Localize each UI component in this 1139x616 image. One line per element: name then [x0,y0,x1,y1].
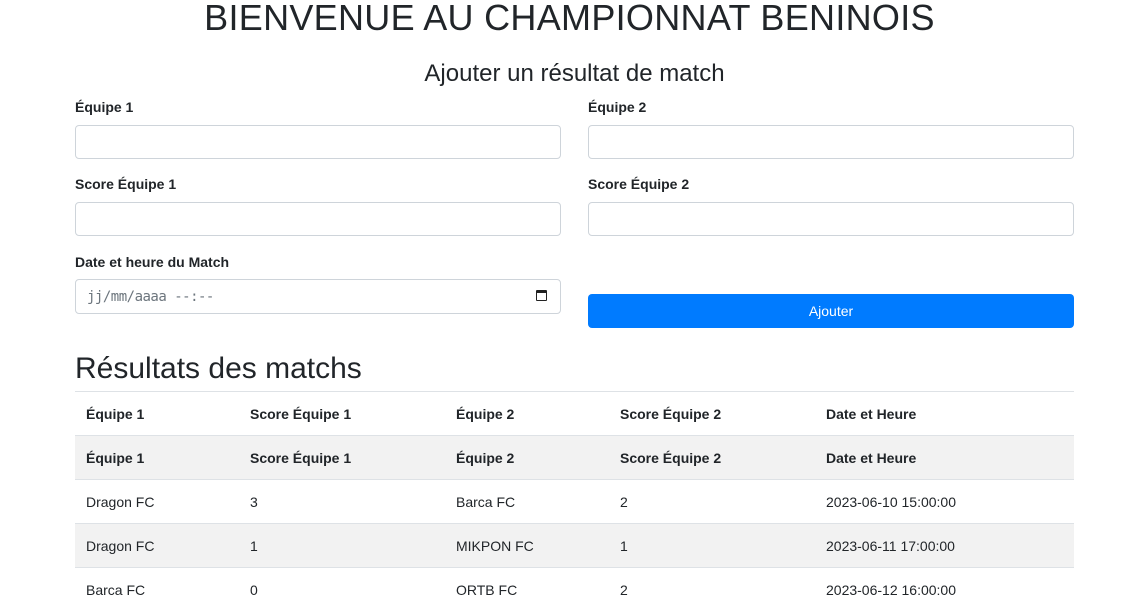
table-cell: Score Équipe 2 [609,435,815,480]
column-header: Score Équipe 2 [609,391,815,436]
add-button[interactable]: Ajouter [588,294,1074,328]
score2-label: Score Équipe 2 [588,176,690,192]
team2-input[interactable] [588,125,1074,159]
table-cell: 2 [609,567,815,612]
column-header: Date et Heure [815,391,1074,436]
table-cell: 1 [609,523,815,568]
table-row: Équipe 1 Score Équipe 1 Équipe 2 Score É… [75,435,1074,480]
table-cell: Dragon FC [75,523,239,568]
column-header: Équipe 1 [75,391,239,436]
table-cell: Barca FC [445,479,609,524]
team1-label: Équipe 1 [75,99,134,115]
calendar-icon[interactable] [536,290,547,301]
table-row: Dragon FC 3 Barca FC 2 2023-06-10 15:00:… [75,479,1074,524]
table-cell: 2023-06-11 17:00:00 [815,523,1074,568]
page-title: BIENVENUE AU CHAMPIONNAT BENINOIS [204,0,935,38]
table-cell: 1 [239,523,445,568]
column-header: Score Équipe 1 [239,391,445,436]
table-cell: Date et Heure [815,435,1074,480]
table-cell: 2 [609,479,815,524]
table-cell: Équipe 2 [445,435,609,480]
table-cell: Barca FC [75,567,239,612]
table-cell: Équipe 1 [75,435,239,480]
column-header: Équipe 2 [445,391,609,436]
results-title: Résultats des matchs [75,352,362,385]
form-title: Ajouter un résultat de match [424,60,725,87]
table-cell: 2023-06-12 16:00:00 [815,567,1074,612]
results-table: Équipe 1 Score Équipe 1 Équipe 2 Score É… [75,391,1074,612]
table-cell: 2023-06-10 15:00:00 [815,479,1074,524]
table-row: Dragon FC 1 MIKPON FC 1 2023-06-11 17:00… [75,523,1074,568]
table-cell: Score Équipe 1 [239,435,445,480]
team1-input[interactable] [75,125,561,159]
table-cell: MIKPON FC [445,523,609,568]
datetime-placeholder: jj/mm/aaaa --:-- [87,289,214,305]
datetime-label: Date et heure du Match [75,254,230,270]
table-cell: Dragon FC [75,479,239,524]
score2-input[interactable] [588,202,1074,236]
score1-input[interactable] [75,202,561,236]
team2-label: Équipe 2 [588,99,647,115]
datetime-input[interactable]: jj/mm/aaaa --:-- [75,279,561,314]
table-cell: 3 [239,479,445,524]
table-cell: 0 [239,567,445,612]
table-row: Barca FC 0 ORTB FC 2 2023-06-12 16:00:00 [75,567,1074,612]
table-header-row: Équipe 1 Score Équipe 1 Équipe 2 Score É… [75,391,1074,436]
table-cell: ORTB FC [445,567,609,612]
score1-label: Score Équipe 1 [75,176,177,192]
